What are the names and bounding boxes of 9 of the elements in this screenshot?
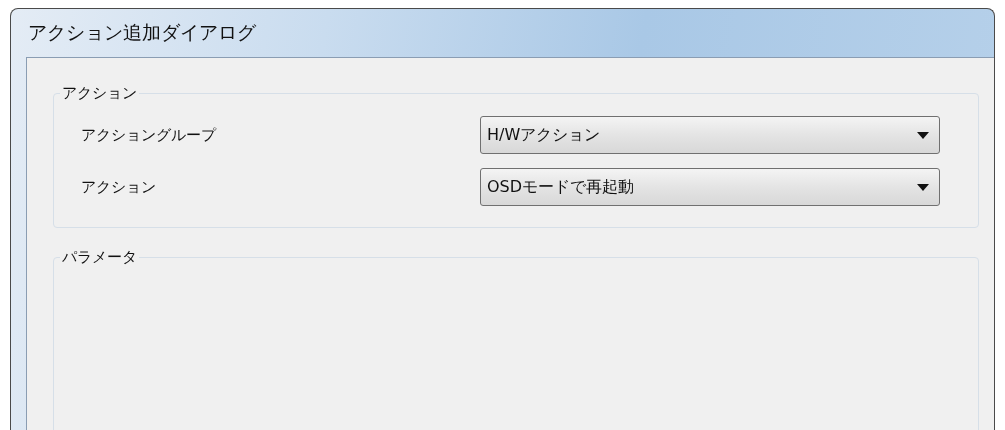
dropdown[interactable]: OSDモードで再起動 bbox=[480, 168, 940, 206]
group-label: アクション bbox=[61, 84, 138, 103]
dropdown[interactable]: H/Wアクション bbox=[480, 116, 940, 154]
field-label: アクショングループ bbox=[81, 125, 218, 145]
field-label: アクション bbox=[81, 177, 157, 197]
group-label: パラメータ bbox=[61, 248, 138, 267]
window-title: アクション追加ダイアログ bbox=[27, 20, 256, 45]
caret-icon bbox=[917, 131, 929, 139]
caret-icon bbox=[917, 183, 929, 191]
